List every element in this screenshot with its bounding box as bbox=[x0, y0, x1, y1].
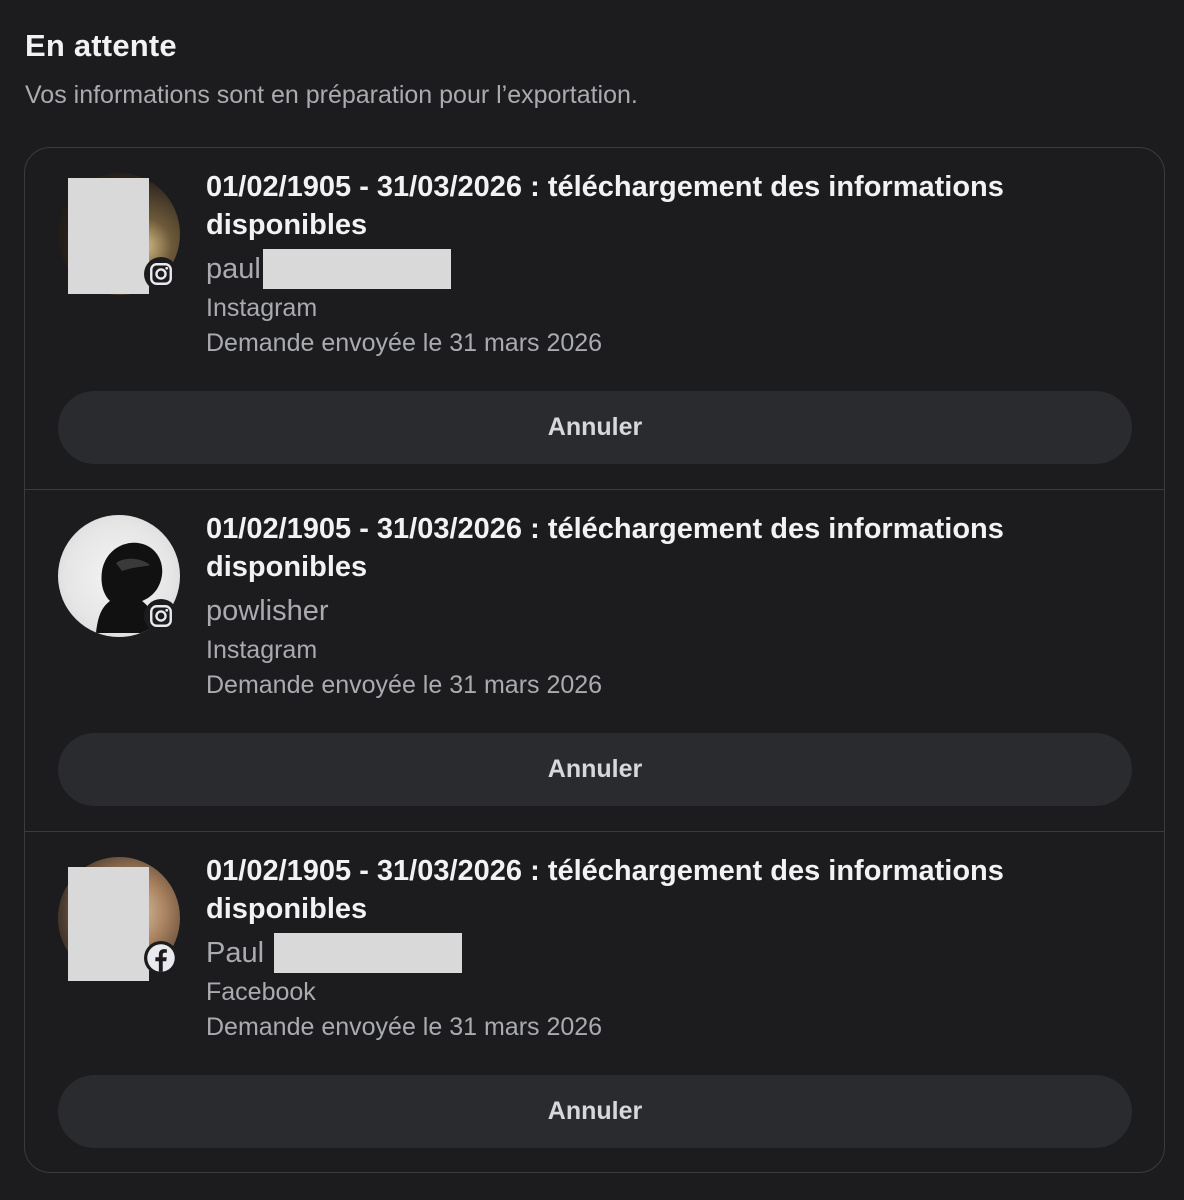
account-name-text: powlisher bbox=[206, 594, 329, 627]
page-subtitle: Vos informations sont en préparation pou… bbox=[25, 81, 638, 109]
account-name-text: Paul bbox=[206, 936, 265, 969]
redacted-block bbox=[262, 249, 451, 289]
page: En attente Vos informations sont en prép… bbox=[0, 0, 1184, 1200]
request-title: 01/02/1905 - 31/03/2026 : téléchargement… bbox=[206, 855, 1004, 925]
platform-label: Facebook bbox=[206, 978, 316, 1006]
platform-label: Instagram bbox=[206, 294, 318, 322]
cancel-button[interactable]: Annuler bbox=[58, 733, 1132, 806]
account-avatar bbox=[58, 173, 182, 297]
instagram-icon bbox=[144, 257, 178, 291]
pending-requests-card: 01/02/1905 - 31/03/2026 : téléchargement… bbox=[24, 147, 1165, 1173]
request-date: Demande envoyée le 31 mars 2026 bbox=[206, 1013, 603, 1041]
request-date: Demande envoyée le 31 mars 2026 bbox=[206, 329, 603, 357]
cancel-button[interactable]: Annuler bbox=[58, 1075, 1132, 1148]
facebook-icon bbox=[144, 941, 178, 975]
redacted-block bbox=[68, 178, 149, 294]
account-name: powlisher bbox=[206, 592, 329, 630]
instagram-icon bbox=[144, 599, 178, 633]
account-name-text: paul bbox=[206, 252, 261, 285]
redacted-block bbox=[68, 867, 149, 981]
platform-label: Instagram bbox=[206, 636, 318, 664]
request-item: 01/02/1905 - 31/03/2026 : téléchargement… bbox=[25, 832, 1164, 1172]
cancel-button[interactable]: Annuler bbox=[58, 391, 1132, 464]
request-item: 01/02/1905 - 31/03/2026 : téléchargement… bbox=[25, 490, 1164, 832]
redacted-block bbox=[274, 933, 463, 973]
account-name: paul bbox=[206, 249, 451, 289]
request-title: 01/02/1905 - 31/03/2026 : téléchargement… bbox=[206, 171, 1004, 241]
account-avatar bbox=[58, 515, 182, 639]
request-date: Demande envoyée le 31 mars 2026 bbox=[206, 671, 603, 699]
account-avatar bbox=[58, 857, 182, 981]
page-title: En attente bbox=[25, 28, 177, 63]
request-title: 01/02/1905 - 31/03/2026 : téléchargement… bbox=[206, 513, 1004, 583]
account-name: Paul bbox=[206, 933, 463, 973]
request-item: 01/02/1905 - 31/03/2026 : téléchargement… bbox=[25, 148, 1164, 490]
